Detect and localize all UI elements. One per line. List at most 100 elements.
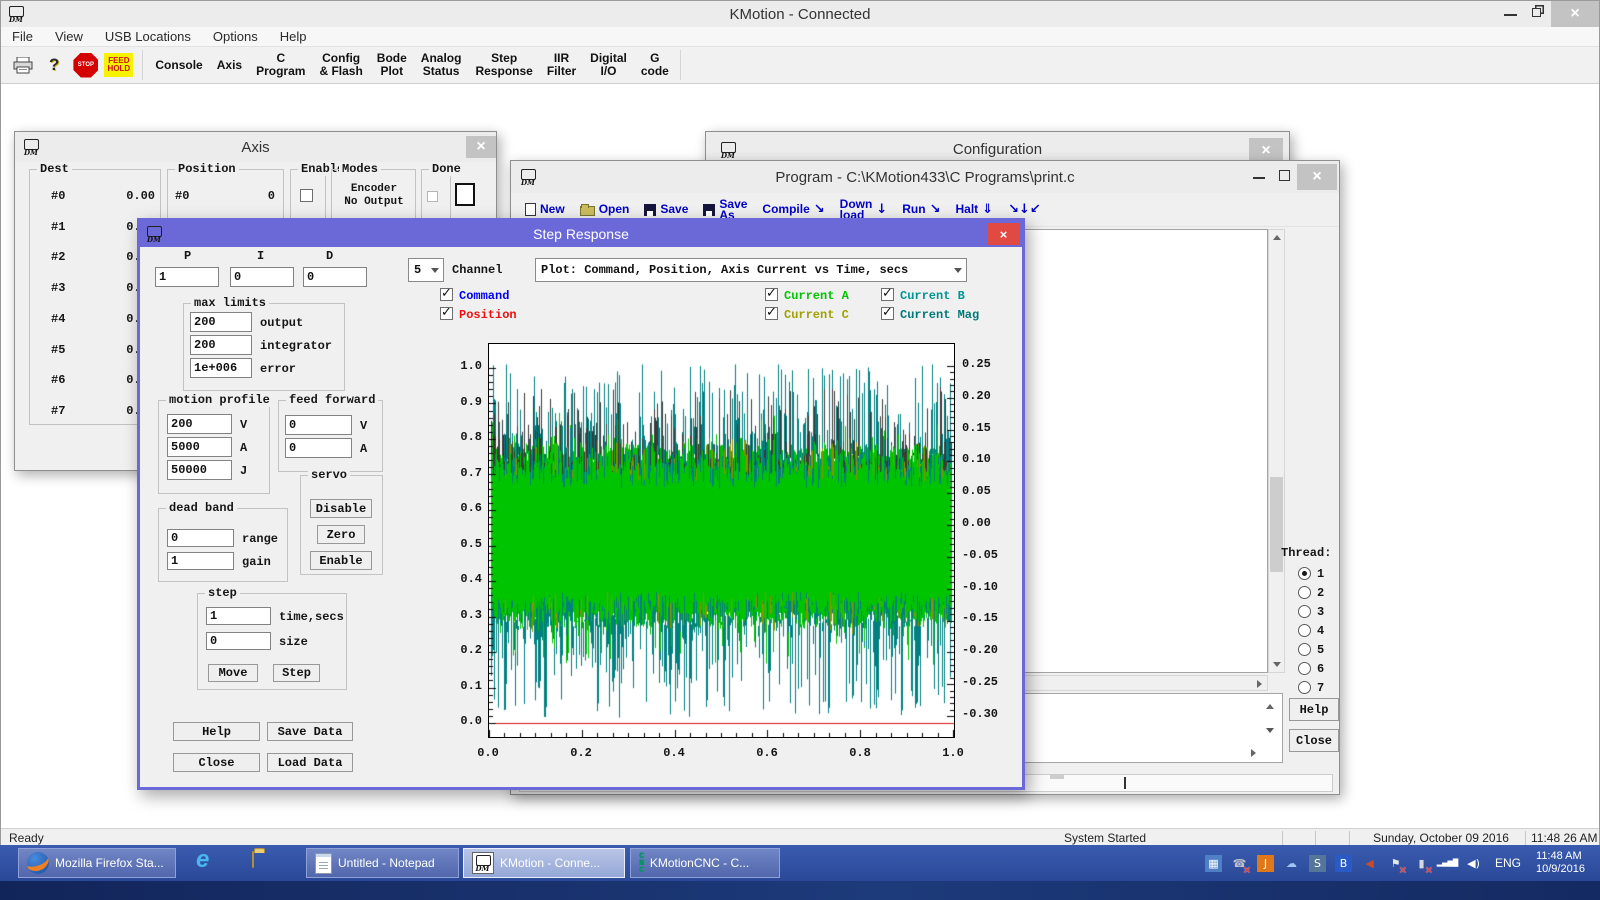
removable-media-icon[interactable]: ▦	[1205, 855, 1222, 872]
plot-type-select[interactable]: Plot: Command, Position, Axis Current vs…	[535, 258, 967, 282]
step-time-field[interactable]	[206, 607, 271, 625]
java-update-icon[interactable]: J	[1257, 855, 1274, 872]
help-icon[interactable]: ?	[49, 55, 59, 75]
toolbar-button-bode-plot[interactable]: Bode Plot	[370, 50, 414, 80]
program-close-button2[interactable]: Close	[1289, 729, 1339, 752]
toolbar-button-console[interactable]: Console	[148, 57, 209, 74]
toolbar-button-axis[interactable]: Axis	[210, 57, 249, 74]
taskbar-button-kmotioncnc[interactable]: C N CKMotionCNC - C...	[630, 848, 780, 878]
plot-current-a-checkbox[interactable]	[765, 288, 778, 301]
thread-radio-4[interactable]	[1298, 624, 1311, 637]
max-output-field[interactable]	[190, 312, 252, 332]
program-minimize-button[interactable]	[1253, 177, 1265, 179]
thread-radio-7[interactable]	[1298, 681, 1311, 694]
editor-vscrollbar[interactable]	[1268, 229, 1285, 673]
modem-error-icon[interactable]: ☎	[1231, 855, 1248, 872]
ff-v-field[interactable]	[285, 415, 352, 435]
toolbar-button-analog-status[interactable]: Analog Status	[414, 50, 469, 80]
program-help-button[interactable]: Help	[1289, 698, 1339, 721]
plot-position-checkbox[interactable]	[440, 307, 453, 320]
toolbar-button-c-program[interactable]: C Program	[249, 50, 312, 80]
toolbar-button-iir-filter[interactable]: IIR Filter	[540, 50, 583, 80]
accel-field[interactable]	[167, 437, 232, 457]
thread-radio-1[interactable]	[1298, 567, 1311, 580]
close-button2[interactable]: Close	[173, 753, 260, 772]
plot-current-c-checkbox[interactable]	[765, 307, 778, 320]
toolbar-button-step-response[interactable]: Step Response	[468, 50, 539, 80]
print-icon[interactable]	[13, 57, 33, 74]
p-field[interactable]	[155, 267, 219, 287]
output-scroll-down-icon[interactable]	[1266, 728, 1274, 733]
servo-enable-button[interactable]: Enable	[310, 551, 372, 570]
plot-current-b-checkbox[interactable]	[881, 288, 894, 301]
menu-help[interactable]: Help	[269, 25, 318, 48]
remote-access-icon[interactable]: S	[1309, 855, 1326, 872]
servo-disable-button[interactable]: Disable	[310, 499, 372, 518]
servo-zero-button[interactable]: Zero	[317, 525, 365, 544]
internet-explorer-icon[interactable]: e	[196, 848, 209, 872]
menu-options[interactable]: Options	[202, 25, 269, 48]
menu-file[interactable]: File	[1, 25, 44, 48]
max-integrator-field[interactable]	[190, 335, 252, 355]
program-toolbar-open-button[interactable]: Open	[580, 203, 630, 216]
ff-a-field[interactable]	[285, 438, 352, 458]
taskbar-button-firefox[interactable]: Mozilla Firefox Sta...	[18, 848, 176, 878]
program-toolbar-save-button[interactable]: Save	[644, 204, 688, 216]
volume-icon[interactable]: ◀)	[1465, 855, 1482, 872]
i-field[interactable]	[230, 267, 294, 287]
toolbar-button-digital-io[interactable]: Digital I/O	[583, 50, 634, 80]
program-toolbar-halt-button[interactable]: Halt⇓	[955, 204, 993, 215]
plot-command-checkbox[interactable]	[440, 288, 453, 301]
taskbar-button-notepad[interactable]: Untitled - Notepad	[306, 848, 459, 878]
scroll-down-icon[interactable]	[1273, 662, 1281, 667]
program-close-button[interactable]: ×	[1297, 164, 1337, 190]
bluetooth-icon[interactable]: B	[1335, 855, 1352, 872]
thread-radio-5[interactable]	[1298, 643, 1311, 656]
cloud-icon[interactable]: ☁	[1283, 855, 1300, 872]
language-indicator[interactable]: ENG	[1495, 856, 1521, 870]
thread-radio-2[interactable]	[1298, 586, 1311, 599]
deadband-gain-field[interactable]	[167, 552, 234, 570]
taskbar-button-kmotion[interactable]: KMotion - Conne...	[463, 848, 625, 878]
step-size-field[interactable]	[206, 632, 271, 650]
restore-button[interactable]	[1532, 8, 1541, 17]
program-toolbar-kill-button[interactable]: ↘↓↙	[1008, 204, 1041, 215]
toolbar-button-config-flash[interactable]: Config & Flash	[312, 50, 369, 80]
velocity-field[interactable]	[167, 414, 232, 434]
step-response-close-button[interactable]: ×	[987, 223, 1020, 245]
scroll-right-icon[interactable]	[1257, 680, 1262, 688]
location-error-icon[interactable]: ⚑	[1387, 855, 1404, 872]
save-data-button[interactable]: Save Data	[267, 722, 353, 741]
load-data-button[interactable]: Load Data	[267, 753, 353, 772]
feed-hold-icon[interactable]: FEED HOLD	[104, 53, 133, 77]
network-signal-icon[interactable]: ▂▄▆█	[1439, 855, 1456, 872]
minimize-button[interactable]	[1504, 14, 1517, 16]
plot-current-mag-checkbox[interactable]	[881, 307, 894, 320]
output-scroll-up-icon[interactable]	[1266, 704, 1274, 709]
channel-select[interactable]: 5	[408, 258, 444, 282]
close-button[interactable]: ×	[1551, 1, 1599, 27]
menu-view[interactable]: View	[44, 25, 94, 48]
jerk-field[interactable]	[167, 460, 232, 480]
stop-icon[interactable]: STOP	[73, 53, 98, 78]
volume-mixer-icon[interactable]: ◀	[1361, 855, 1378, 872]
clock[interactable]: 11:48 AM10/9/2016	[1536, 850, 1585, 876]
menu-usb-locations[interactable]: USB Locations	[94, 25, 202, 48]
thread-radio-6[interactable]	[1298, 662, 1311, 675]
thread-radio-3[interactable]	[1298, 605, 1311, 618]
program-toolbar-compile-button[interactable]: Compile↘	[762, 204, 824, 215]
program-toolbar-run-button[interactable]: Run↘	[902, 204, 940, 215]
axis-close-button[interactable]: ×	[466, 136, 496, 158]
program-toolbar-new-button[interactable]: New	[525, 203, 565, 216]
toolbar-button-g-code[interactable]: G code	[634, 50, 676, 80]
move-button[interactable]: Move	[208, 664, 258, 682]
output-scroll-right-icon[interactable]	[1251, 749, 1256, 757]
max-error-field[interactable]	[190, 358, 252, 378]
help-button[interactable]: Help	[173, 722, 260, 741]
file-explorer-icon[interactable]	[252, 851, 254, 868]
program-maximize-button[interactable]	[1279, 170, 1290, 181]
axis0-enable-checkbox[interactable]	[300, 189, 313, 202]
step-button[interactable]: Step	[273, 664, 320, 682]
deadband-range-field[interactable]	[167, 529, 234, 547]
scroll-up-icon[interactable]	[1273, 235, 1281, 240]
